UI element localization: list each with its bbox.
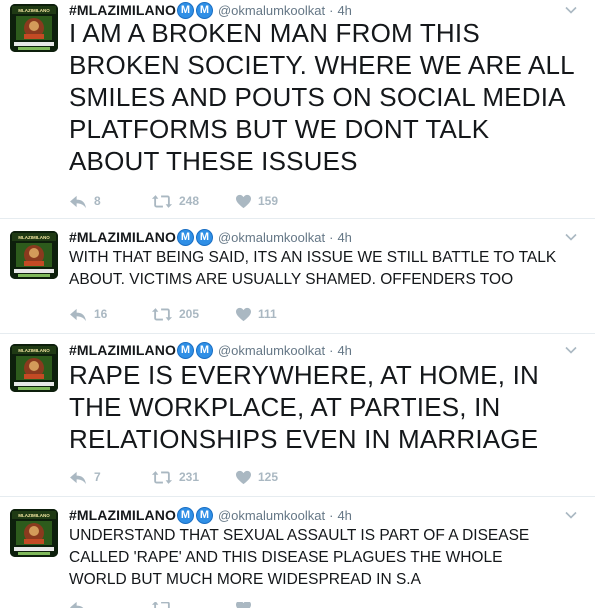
retweet-icon: [151, 470, 173, 485]
tweet[interactable]: #MLAZIMILANO M M @okmalumkoolkat · 4h WI…: [0, 227, 595, 334]
m-badge-icon: M: [195, 228, 213, 246]
retweet-button[interactable]: 205: [151, 307, 235, 322]
tweet[interactable]: #MLAZIMILANO M M @okmalumkoolkat · 4h RA…: [0, 340, 595, 497]
tweet-actions: [69, 602, 295, 608]
display-name[interactable]: #MLAZIMILANO: [69, 507, 176, 523]
reply-button[interactable]: 8: [69, 194, 151, 209]
heart-icon: [235, 470, 252, 485]
display-name[interactable]: #MLAZIMILANO: [69, 229, 176, 245]
display-name[interactable]: #MLAZIMILANO: [69, 342, 176, 358]
handle[interactable]: @okmalumkoolkat: [218, 343, 325, 358]
tweet-actions: 16 205 111: [69, 305, 295, 323]
tweet-header: #MLAZIMILANO M M @okmalumkoolkat · 4h: [69, 341, 352, 359]
retweet-icon: [151, 602, 173, 608]
like-button[interactable]: 111: [235, 307, 295, 322]
tweet-header: #MLAZIMILANO M M @okmalumkoolkat · 4h: [69, 228, 352, 246]
tweet-text: RAPE IS EVERYWHERE, AT HOME, IN THE WORK…: [69, 360, 539, 454]
timestamp[interactable]: 4h: [337, 230, 351, 245]
like-count: 111: [258, 307, 277, 321]
display-name[interactable]: #MLAZIMILANO: [69, 2, 176, 18]
retweet-button[interactable]: 248: [151, 194, 235, 209]
like-button[interactable]: 125: [235, 470, 295, 485]
separator: ·: [329, 507, 334, 523]
m-badge-icon: M: [195, 506, 213, 524]
handle[interactable]: @okmalumkoolkat: [218, 3, 325, 18]
timestamp[interactable]: 4h: [337, 508, 351, 523]
like-count: 159: [258, 194, 279, 208]
reply-count: 8: [94, 194, 101, 208]
reply-button[interactable]: 16: [69, 307, 151, 322]
retweet-icon: [151, 194, 173, 209]
avatar[interactable]: [10, 344, 58, 392]
heart-icon: [235, 194, 252, 209]
separator: ·: [329, 2, 334, 18]
reply-icon: [69, 602, 88, 608]
retweet-button[interactable]: [151, 602, 235, 608]
retweet-count: 205: [179, 307, 200, 321]
timestamp[interactable]: 4h: [337, 3, 351, 18]
avatar[interactable]: [10, 509, 58, 557]
chevron-down-icon[interactable]: [564, 343, 578, 357]
heart-icon: [235, 602, 252, 608]
retweet-button[interactable]: 231: [151, 470, 235, 485]
separator: ·: [329, 229, 334, 245]
chevron-down-icon[interactable]: [564, 508, 578, 522]
m-badge-icon: M: [195, 1, 213, 19]
m-badge-icon: M: [176, 506, 194, 524]
reply-icon: [69, 194, 88, 209]
reply-icon: [69, 307, 88, 322]
heart-icon: [235, 307, 252, 322]
reply-button[interactable]: 7: [69, 470, 151, 485]
tweet-actions: 7 231 125: [69, 468, 295, 486]
tweet[interactable]: #MLAZIMILANO M M @okmalumkoolkat · 4h I …: [0, 0, 595, 219]
m-badge-icon: M: [176, 341, 194, 359]
like-count: 125: [258, 470, 279, 484]
tweet-text: WITH THAT BEING SAID, ITS AN ISSUE WE ST…: [69, 249, 557, 288]
like-button[interactable]: [235, 602, 295, 608]
retweet-icon: [151, 307, 173, 322]
tweet[interactable]: #MLAZIMILANO M M @okmalumkoolkat · 4h UN…: [0, 505, 595, 608]
retweet-count: 248: [179, 194, 200, 208]
tweet-header: #MLAZIMILANO M M @okmalumkoolkat · 4h: [69, 506, 352, 524]
like-button[interactable]: 159: [235, 194, 295, 209]
reply-count: 7: [94, 470, 101, 484]
tweet-text: UNDERSTAND THAT SEXUAL ASSAULT IS PART O…: [69, 527, 530, 588]
reply-count: 16: [94, 307, 108, 321]
chevron-down-icon[interactable]: [564, 3, 578, 17]
handle[interactable]: @okmalumkoolkat: [218, 230, 325, 245]
separator: ·: [329, 342, 334, 358]
m-badge-icon: M: [176, 228, 194, 246]
tweet-text: I AM A BROKEN MAN FROM THIS BROKEN SOCIE…: [69, 18, 574, 176]
chevron-down-icon[interactable]: [564, 230, 578, 244]
timestamp[interactable]: 4h: [337, 343, 351, 358]
tweet-actions: 8 248 159: [69, 192, 295, 210]
reply-button[interactable]: [69, 602, 151, 608]
retweet-count: 231: [179, 470, 200, 484]
avatar[interactable]: [10, 4, 58, 52]
m-badge-icon: M: [176, 1, 194, 19]
reply-icon: [69, 470, 88, 485]
handle[interactable]: @okmalumkoolkat: [218, 508, 325, 523]
m-badge-icon: M: [195, 341, 213, 359]
avatar[interactable]: [10, 231, 58, 279]
